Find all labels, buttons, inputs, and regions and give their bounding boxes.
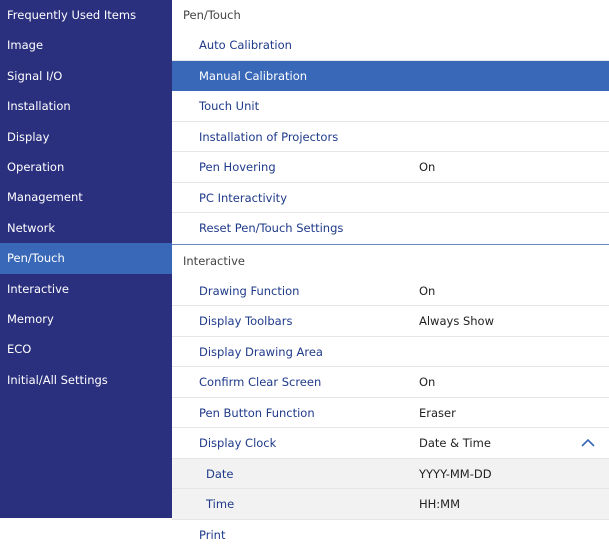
menu-row-touch-unit[interactable]: Touch Unit [172, 91, 609, 122]
sidebar-item-initial-all-settings[interactable]: Initial/All Settings [0, 365, 172, 395]
sidebar-item-installation[interactable]: Installation [0, 91, 172, 121]
sidebar-item-eco[interactable]: ECO [0, 334, 172, 364]
sidebar-item-frequently-used-items[interactable]: Frequently Used Items [0, 0, 172, 30]
row-label: Pen Hovering [199, 152, 276, 183]
row-value: Always Show [419, 306, 494, 337]
menu-row-manual-calibration[interactable]: Manual Calibration [172, 61, 609, 92]
menu-row-pen-hovering[interactable]: Pen Hovering On [172, 152, 609, 183]
menu-row-date[interactable]: Date YYYY-MM-DD [172, 459, 609, 490]
sidebar-item-network[interactable]: Network [0, 213, 172, 243]
section-header-pen-touch: Pen/Touch [172, 0, 609, 30]
menu-row-display-toolbars[interactable]: Display Toolbars Always Show [172, 306, 609, 337]
chevron-up-icon[interactable] [581, 428, 595, 459]
section-header-interactive: Interactive [172, 244, 609, 276]
menu-row-time[interactable]: Time HH:MM [172, 489, 609, 520]
row-label: Installation of Projectors [199, 122, 338, 153]
row-label: Display Toolbars [199, 306, 292, 337]
menu-row-display-drawing-area[interactable]: Display Drawing Area [172, 337, 609, 368]
sidebar-item-pen-touch[interactable]: Pen/Touch [0, 243, 172, 273]
sidebar-item-management[interactable]: Management [0, 182, 172, 212]
row-label: Display Clock [199, 428, 276, 459]
row-label: Auto Calibration [199, 30, 292, 61]
menu-row-print[interactable]: Print [172, 520, 609, 550]
row-label: Print [199, 520, 225, 550]
row-value: YYYY-MM-DD [419, 459, 492, 490]
menu-row-auto-calibration[interactable]: Auto Calibration [172, 30, 609, 61]
menu-row-installation-of-projectors[interactable]: Installation of Projectors [172, 122, 609, 153]
row-label: Drawing Function [199, 276, 299, 307]
sidebar: Frequently Used Items Image Signal I/O I… [0, 0, 172, 518]
menu-row-confirm-clear-screen[interactable]: Confirm Clear Screen On [172, 367, 609, 398]
settings-panel: Pen/Touch Auto Calibration Manual Calibr… [172, 0, 609, 518]
sidebar-item-signal-io[interactable]: Signal I/O [0, 61, 172, 91]
row-label: Manual Calibration [199, 61, 307, 92]
row-value: On [419, 276, 435, 307]
menu-row-drawing-function[interactable]: Drawing Function On [172, 276, 609, 307]
row-label: Confirm Clear Screen [199, 367, 321, 398]
sidebar-item-image[interactable]: Image [0, 30, 172, 60]
menu-row-pc-interactivity[interactable]: PC Interactivity [172, 183, 609, 214]
row-label: Pen Button Function [199, 398, 315, 429]
row-label: Date [206, 459, 234, 490]
sidebar-item-interactive[interactable]: Interactive [0, 274, 172, 304]
row-value: Eraser [419, 398, 456, 429]
row-label: Time [206, 489, 234, 520]
sidebar-item-display[interactable]: Display [0, 122, 172, 152]
row-label: Touch Unit [199, 91, 259, 122]
row-value: Date & Time [419, 428, 491, 459]
menu-row-reset-pen-touch-settings[interactable]: Reset Pen/Touch Settings [172, 213, 609, 244]
row-value: On [419, 152, 435, 183]
row-label: Reset Pen/Touch Settings [199, 213, 343, 244]
menu-row-pen-button-function[interactable]: Pen Button Function Eraser [172, 398, 609, 429]
row-value: On [419, 367, 435, 398]
sidebar-item-memory[interactable]: Memory [0, 304, 172, 334]
row-label: PC Interactivity [199, 183, 287, 214]
sidebar-item-operation[interactable]: Operation [0, 152, 172, 182]
row-label: Display Drawing Area [199, 337, 323, 368]
menu-row-display-clock[interactable]: Display Clock Date & Time [172, 428, 609, 459]
row-value: HH:MM [419, 489, 460, 520]
